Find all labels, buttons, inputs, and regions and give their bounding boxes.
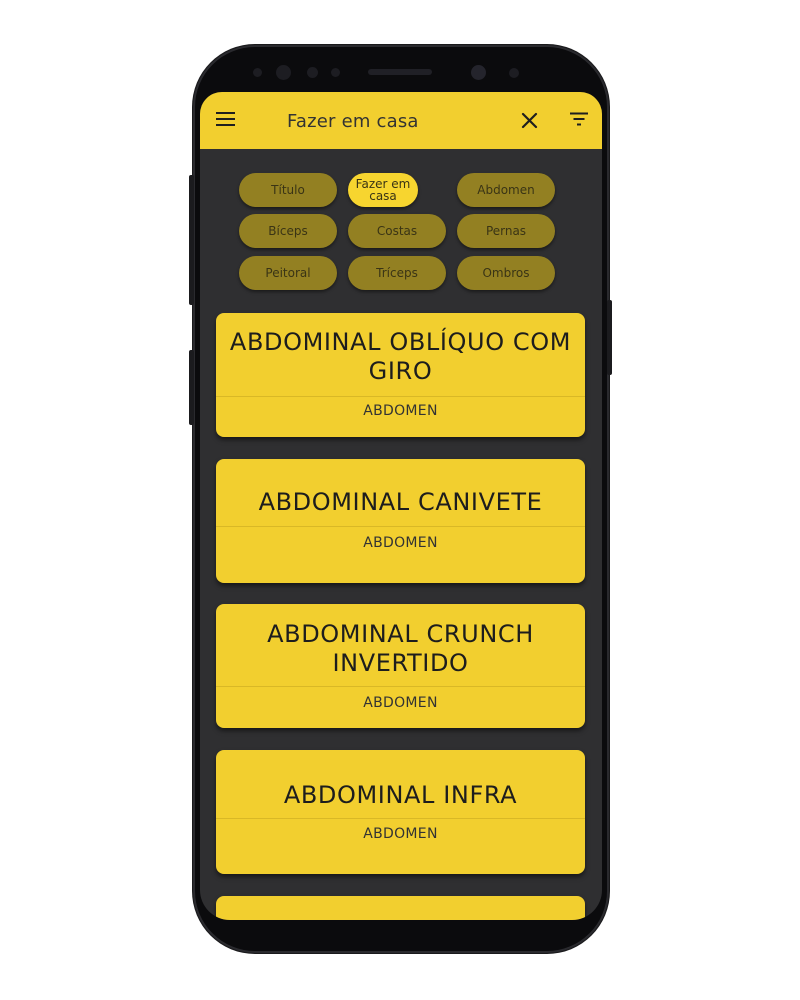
exercise-card-partial[interactable] <box>216 896 585 920</box>
divider <box>216 526 585 527</box>
chip-pernas[interactable]: Pernas <box>457 214 555 248</box>
chip-peitoral[interactable]: Peitoral <box>239 256 337 290</box>
app-screen: Fazer em casa Título Fazer em casa Abdom… <box>200 92 602 920</box>
chip-label: Título <box>271 183 305 197</box>
exercise-card[interactable]: ABDOMINAL CRUNCH INVERTIDO ABDOMEN <box>216 604 585 728</box>
exercise-title: ABDOMINAL CRUNCH INVERTIDO <box>267 620 534 677</box>
earpiece-speaker <box>368 69 432 75</box>
exercise-category: ABDOMEN <box>363 535 438 551</box>
front-sensor-icon <box>331 68 340 77</box>
volume-button <box>189 175 194 305</box>
bixby-button <box>189 350 194 425</box>
front-sensor-icon <box>509 68 519 78</box>
exercise-category: ABDOMEN <box>363 403 438 419</box>
chip-titulo[interactable]: Título <box>239 173 337 207</box>
front-sensor-icon <box>253 68 262 77</box>
front-camera-icon <box>471 65 486 80</box>
exercise-title: ABDOMINAL CANIVETE <box>258 488 543 516</box>
exercise-category: ABDOMEN <box>363 695 438 711</box>
chip-label: Tríceps <box>376 266 418 280</box>
divider <box>216 818 585 819</box>
exercise-title: ABDOMINAL INFRA <box>283 781 518 809</box>
power-button <box>607 300 612 375</box>
app-bar: Fazer em casa <box>200 92 602 149</box>
menu-icon[interactable] <box>216 112 235 127</box>
chip-label: Pernas <box>485 224 527 238</box>
chip-fazer-em-casa[interactable]: Fazer em casa <box>348 173 418 207</box>
divider <box>216 686 585 687</box>
exercise-card[interactable]: ABDOMINAL OBLÍQUO COM GIRO ABDOMEN <box>216 313 585 437</box>
page-title: Fazer em casa <box>287 111 419 132</box>
exercise-title: ABDOMINAL OBLÍQUO COM GIRO <box>229 328 572 385</box>
filter-icon[interactable] <box>570 112 588 126</box>
chip-costas[interactable]: Costas <box>348 214 446 248</box>
front-sensor-icon <box>307 67 318 78</box>
chip-label: Peitoral <box>265 266 311 280</box>
divider <box>216 396 585 397</box>
close-icon[interactable] <box>521 112 538 129</box>
chip-abdomen[interactable]: Abdomen <box>457 173 555 207</box>
exercise-card[interactable]: ABDOMINAL CANIVETE ABDOMEN <box>216 459 585 583</box>
chip-label: Ombros <box>482 266 530 280</box>
chip-label: Costas <box>376 224 418 238</box>
exercise-card[interactable]: ABDOMINAL INFRA ABDOMEN <box>216 750 585 874</box>
chip-triceps[interactable]: Tríceps <box>348 256 446 290</box>
chip-biceps[interactable]: Bíceps <box>239 214 337 248</box>
chip-ombros[interactable]: Ombros <box>457 256 555 290</box>
exercise-category: ABDOMEN <box>363 826 438 842</box>
chip-label: Bíceps <box>268 224 308 238</box>
chip-label: Fazer em casa <box>355 177 411 203</box>
chip-label: Abdomen <box>477 183 535 197</box>
front-sensor-icon <box>276 65 291 80</box>
